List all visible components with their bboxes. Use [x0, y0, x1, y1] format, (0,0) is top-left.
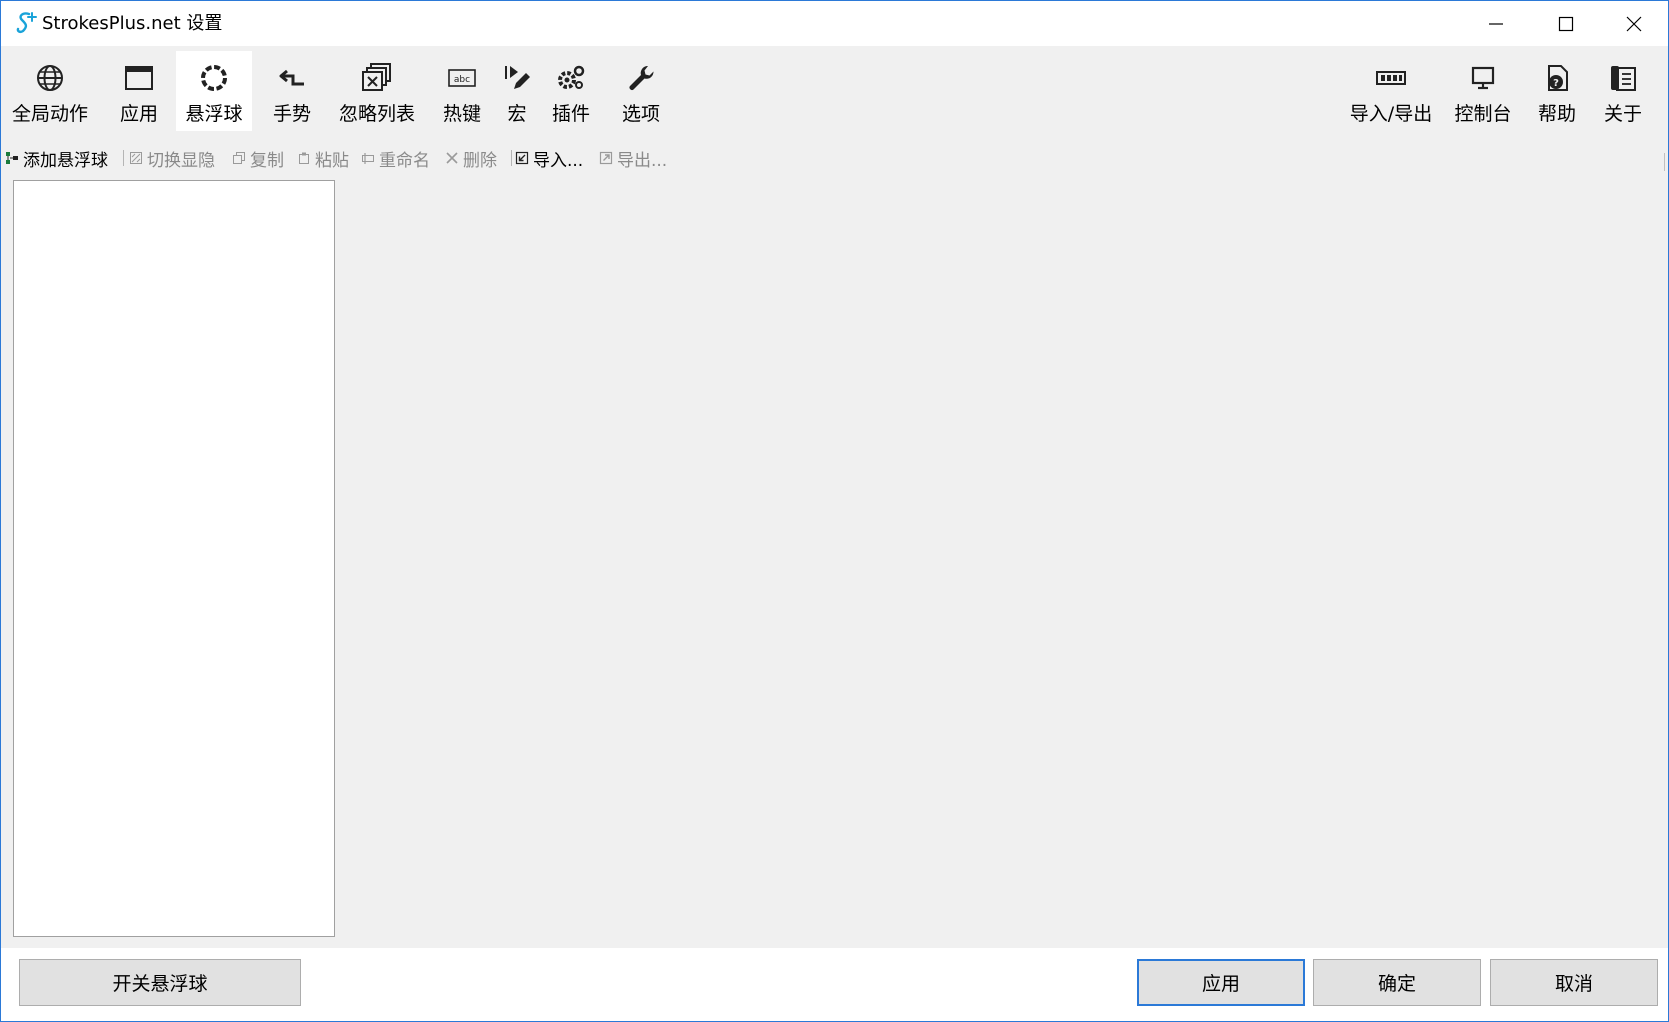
plugin-gear-icon — [558, 65, 585, 89]
tab-label: 悬浮球 — [185, 103, 243, 125]
maximize-icon — [1558, 16, 1574, 31]
delete-button[interactable]: 删除 — [445, 143, 497, 173]
export-label: 导出... — [617, 150, 668, 171]
delete-label: 删除 — [463, 150, 497, 171]
strokesplus-logo-icon — [16, 12, 37, 34]
tab-label: 热键 — [442, 103, 481, 125]
macro-icon — [505, 66, 530, 89]
tab-apps[interactable]: 应用 — [104, 51, 174, 131]
tab-floating-balls[interactable]: 悬浮球 — [176, 51, 252, 131]
toggle-visibility-button[interactable]: 切换显隐 — [129, 143, 215, 173]
tab-gestures[interactable]: 手势 — [259, 51, 325, 131]
tab-plugins[interactable]: 插件 — [545, 51, 597, 131]
import-icon — [515, 151, 529, 165]
minimize-icon — [1489, 22, 1503, 25]
tab-label: 宏 — [507, 103, 527, 125]
import-export-icon — [1376, 71, 1406, 85]
floating-ball-toolbar: 添加悬浮球 切换显隐 复制 粘贴 重命名 删除 导入... 导出... — [1, 143, 1668, 173]
window-title: StrokesPlus.net 设置 — [42, 13, 223, 34]
toolbar-separator — [511, 150, 512, 166]
about-book-icon — [1611, 66, 1636, 91]
svg-text:?: ? — [1553, 78, 1559, 89]
main-toolbar: 全局动作 应用 悬浮球 手势 忽略列表 abc 热键 宏 插件 选项 导入/导出… — [1, 46, 1668, 138]
close-icon — [1626, 16, 1642, 31]
close-button[interactable] — [1599, 1, 1669, 46]
maximize-button[interactable] — [1531, 1, 1601, 46]
tab-label: 全局动作 — [11, 103, 88, 125]
tab-label: 选项 — [621, 103, 660, 125]
paste-icon — [297, 151, 311, 165]
toggle-visibility-label: 切换显隐 — [147, 150, 215, 171]
tab-label: 导入/导出 — [1349, 103, 1433, 125]
tab-help[interactable]: ? 帮助 — [1529, 51, 1585, 131]
tab-import-export[interactable]: 导入/导出 — [1341, 51, 1441, 131]
minimize-button[interactable] — [1461, 1, 1531, 46]
hotkey-abc-icon: abc — [448, 69, 476, 87]
rename-button[interactable]: 重命名 — [361, 143, 430, 173]
apply-button[interactable]: 应用 — [1137, 959, 1305, 1006]
add-node-icon — [5, 151, 19, 165]
export-button[interactable]: 导出... — [599, 143, 667, 173]
rename-icon — [361, 151, 375, 165]
tab-label: 帮助 — [1537, 103, 1576, 125]
import-label: 导入... — [533, 150, 584, 171]
svg-text:abc: abc — [454, 75, 470, 85]
tab-options[interactable]: 选项 — [611, 51, 671, 131]
wrench-icon — [629, 65, 654, 90]
help-document-icon: ? — [1548, 65, 1568, 91]
ok-button[interactable]: 确定 — [1313, 959, 1481, 1006]
tab-ignore-list[interactable]: 忽略列表 — [331, 51, 423, 131]
export-icon — [599, 151, 613, 165]
tab-global-actions[interactable]: 全局动作 — [5, 51, 95, 131]
tab-label: 应用 — [119, 103, 158, 125]
toggle-floating-ball-button[interactable]: 开关悬浮球 — [19, 959, 301, 1006]
tab-label: 关于 — [1603, 103, 1642, 125]
toolbar-overflow-edge — [1664, 153, 1665, 171]
settings-window: StrokesPlus.net 设置 全局动作 应用 悬浮球 手势 忽略列表 a… — [0, 0, 1669, 1022]
paste-label: 粘贴 — [315, 150, 349, 171]
tab-label: 插件 — [551, 103, 590, 125]
title-bar: StrokesPlus.net 设置 — [1, 1, 1668, 46]
gesture-arrow-icon — [279, 69, 304, 86]
rename-label: 重命名 — [379, 150, 430, 171]
paste-button[interactable]: 粘贴 — [297, 143, 349, 173]
ignore-list-icon — [362, 63, 391, 91]
tab-label: 控制台 — [1454, 103, 1512, 125]
globe-icon — [37, 65, 63, 91]
add-floating-ball-button[interactable]: 添加悬浮球 — [5, 143, 108, 173]
floating-ring-icon — [201, 65, 227, 91]
window-icon — [125, 66, 153, 90]
cancel-button[interactable]: 取消 — [1490, 959, 1658, 1006]
add-floating-ball-label: 添加悬浮球 — [23, 150, 108, 171]
tab-label: 忽略列表 — [338, 103, 415, 125]
tab-macros[interactable]: 宏 — [497, 51, 537, 131]
copy-label: 复制 — [250, 150, 284, 171]
tab-about[interactable]: 关于 — [1593, 51, 1653, 131]
import-button[interactable]: 导入... — [515, 143, 583, 173]
monitor-icon — [1471, 66, 1495, 90]
tab-console[interactable]: 控制台 — [1447, 51, 1519, 131]
tab-hotkeys[interactable]: abc 热键 — [432, 51, 492, 131]
floating-ball-list[interactable] — [13, 180, 335, 937]
copy-button[interactable]: 复制 — [232, 143, 284, 173]
delete-x-icon — [445, 151, 459, 165]
tab-label: 手势 — [272, 103, 311, 125]
toolbar-separator — [123, 150, 124, 166]
copy-icon — [232, 151, 246, 165]
toggle-visibility-icon — [129, 151, 143, 165]
